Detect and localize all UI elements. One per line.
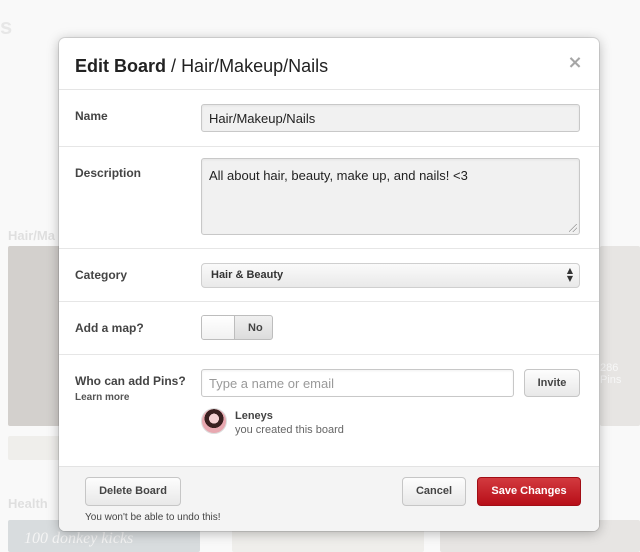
dialog-title-action: Edit Board [75,56,167,76]
close-icon[interactable]: × [567,54,583,72]
toggle-knob [202,316,235,339]
cancel-button[interactable]: Cancel [402,477,466,506]
category-label: Category [75,268,128,282]
name-input[interactable] [201,104,580,132]
map-row: Add a map? No [59,302,599,355]
delete-board-button[interactable]: Delete Board [85,477,181,506]
collaborator-search-input[interactable] [201,369,514,397]
dialog-footer: Delete Board You won't be able to undo t… [59,466,599,531]
dialog-title-separator: / [171,56,177,76]
collaborators-label: Who can add Pins? [75,374,186,388]
description-textarea[interactable]: All about hair, beauty, make up, and nai… [201,158,580,235]
edit-board-dialog: Edit Board / Hair/Makeup/Nails × Name De… [59,38,599,531]
name-row: Name [59,90,599,147]
map-label: Add a map? [75,321,144,335]
learn-more-link[interactable]: Learn more [75,392,129,403]
resize-grip-icon[interactable] [569,224,577,232]
category-selected-value: Hair & Beauty [211,269,284,281]
description-row: Description All about hair, beauty, make… [59,147,599,249]
avatar [201,408,227,434]
description-label: Description [75,166,142,180]
collaborators-row: Who can add Pins? Learn more Invite Lene… [59,355,599,465]
select-arrows-icon: ▲ ▼ [566,266,573,283]
category-select[interactable]: Hair & Beauty ▲ ▼ [201,263,580,288]
dialog-header: Edit Board / Hair/Makeup/Nails × [59,38,599,90]
dialog-title: Edit Board / Hair/Makeup/Nails [75,56,599,77]
description-text: All about hair, beauty, make up, and nai… [209,168,468,183]
invite-button[interactable]: Invite [524,369,580,397]
save-changes-button[interactable]: Save Changes [477,477,581,506]
map-toggle[interactable]: No [201,315,273,340]
toggle-state-label: No [248,322,263,334]
name-label: Name [75,109,108,123]
creator-note: you created this board [235,424,344,436]
delete-warning-text: You won't be able to undo this! [85,512,221,523]
dialog-title-board-name: Hair/Makeup/Nails [181,56,329,76]
category-row: Category Hair & Beauty ▲ ▼ [59,249,599,302]
creator-name[interactable]: Leneys [235,410,273,422]
